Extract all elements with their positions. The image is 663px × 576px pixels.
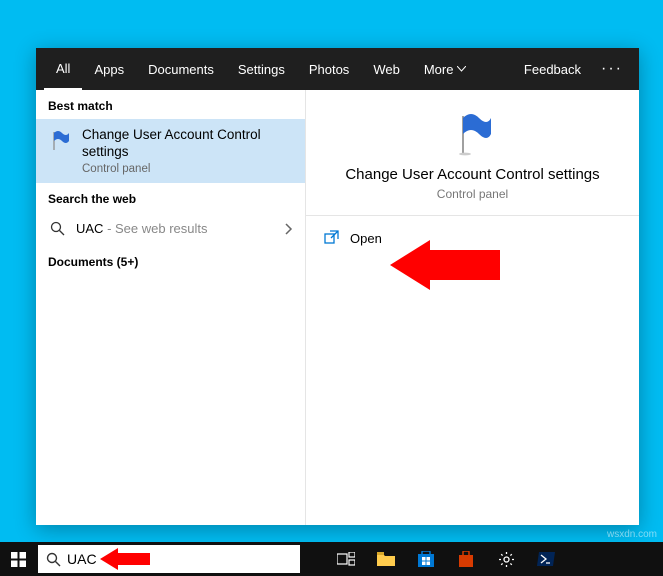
web-result-uac[interactable]: UAC - See web results xyxy=(36,212,305,246)
settings-button[interactable] xyxy=(486,542,526,576)
search-icon xyxy=(48,220,66,238)
watermark: wsxdn.com xyxy=(607,529,657,540)
app-button[interactable] xyxy=(446,542,486,576)
results-list: Best match Change User Account Control s… xyxy=(36,90,306,525)
powershell-button[interactable] xyxy=(526,542,566,576)
microsoft-store-button[interactable] xyxy=(406,542,446,576)
uac-flag-icon xyxy=(48,129,72,153)
tab-more[interactable]: More xyxy=(412,48,479,90)
folder-icon xyxy=(377,552,395,566)
search-content: Best match Change User Account Control s… xyxy=(36,90,639,525)
tab-web[interactable]: Web xyxy=(361,48,412,90)
web-result-text: UAC - See web results xyxy=(76,221,275,236)
powershell-icon xyxy=(537,552,555,566)
taskbar-search-box[interactable] xyxy=(38,545,300,573)
search-icon xyxy=(46,552,61,567)
bag-icon xyxy=(458,551,474,567)
taskbar xyxy=(0,542,663,576)
best-match-subtitle: Control panel xyxy=(82,163,293,175)
feedback-link[interactable]: Feedback xyxy=(512,62,593,77)
best-match-label: Best match xyxy=(36,90,305,119)
uac-flag-icon-large xyxy=(451,112,495,156)
search-results-panel: All Apps Documents Settings Photos Web M… xyxy=(36,48,639,525)
search-tabs: All Apps Documents Settings Photos Web M… xyxy=(36,48,639,90)
best-match-title: Change User Account Control settings xyxy=(82,127,293,161)
web-result-suffix: - See web results xyxy=(103,221,207,236)
file-explorer-button[interactable] xyxy=(366,542,406,576)
tab-more-label: More xyxy=(424,62,454,77)
preview-header: Change User Account Control settings Con… xyxy=(306,90,639,216)
preview-subtitle: Control panel xyxy=(322,187,623,201)
taskbar-pinned-apps xyxy=(326,542,566,576)
search-web-label: Search the web xyxy=(36,183,305,212)
task-view-button[interactable] xyxy=(326,542,366,576)
web-result-query: UAC xyxy=(76,221,103,236)
tab-photos[interactable]: Photos xyxy=(297,48,361,90)
taskbar-search-input[interactable] xyxy=(67,551,292,567)
best-match-result[interactable]: Change User Account Control settings Con… xyxy=(36,119,305,183)
tab-documents[interactable]: Documents xyxy=(136,48,226,90)
open-action[interactable]: Open xyxy=(306,216,639,260)
open-icon xyxy=(324,230,340,246)
documents-section-label[interactable]: Documents (5+) xyxy=(36,246,305,275)
chevron-right-icon xyxy=(285,223,293,235)
gear-icon xyxy=(498,551,515,568)
start-button[interactable] xyxy=(0,542,36,576)
open-label: Open xyxy=(350,231,382,246)
more-options-button[interactable]: ··· xyxy=(593,60,631,78)
best-match-text: Change User Account Control settings Con… xyxy=(82,127,293,175)
task-view-icon xyxy=(337,552,355,566)
result-preview: Change User Account Control settings Con… xyxy=(306,90,639,525)
tab-all[interactable]: All xyxy=(44,48,82,90)
store-icon xyxy=(418,551,434,567)
chevron-down-icon xyxy=(457,66,466,72)
tab-settings[interactable]: Settings xyxy=(226,48,297,90)
preview-title: Change User Account Control settings xyxy=(322,166,623,183)
tab-apps[interactable]: Apps xyxy=(82,48,136,90)
windows-logo-icon xyxy=(11,552,26,567)
